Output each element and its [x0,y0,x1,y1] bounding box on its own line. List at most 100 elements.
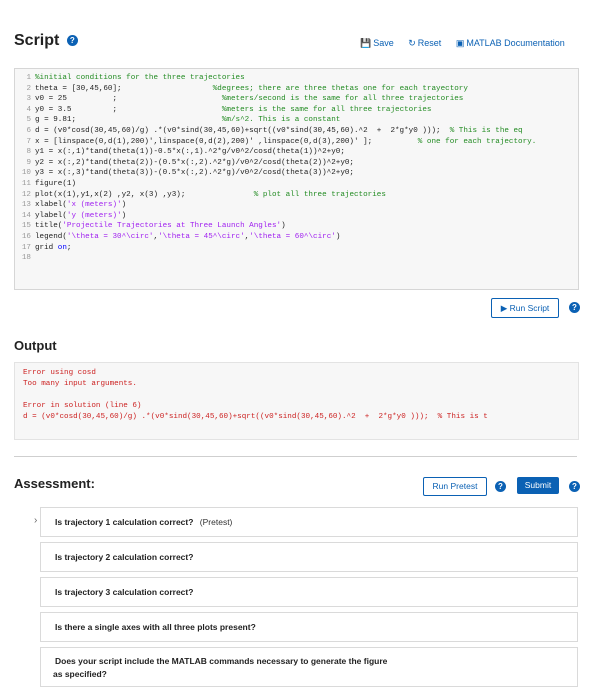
reset-link[interactable]: ↻ Reset [408,38,444,48]
code-text: theta = [30,45,60]; %degrees; there are … [35,84,468,95]
help-icon[interactable]: ? [66,35,78,47]
line-number: 3 [26,95,31,104]
code-line[interactable]: 15 title('Projectile Trajectories at Thre… [15,221,578,232]
script-title: Script ? [14,32,78,50]
code-token: %initial conditions for the three trajec… [35,74,245,82]
code-line[interactable]: 4 y0 = 3.5 ; %meters is the same for all … [15,105,578,116]
code-line[interactable]: 18 [15,253,578,264]
submit-button[interactable]: Submit [517,477,559,494]
line-number: 9 [26,158,31,167]
save-icon: 💾 [360,38,372,48]
code-line[interactable]: 16 legend('\theta = 30^\circ','\theta = 4… [15,232,578,243]
question-item[interactable]: Is trajectory 1 calculation correct? (Pr… [40,507,578,537]
question-text: Is trajectory 2 calculation correct? [55,552,194,562]
code-token: % plot all three trajectories [253,190,386,199]
question-text: Is trajectory 3 calculation correct? [55,587,194,597]
documentation-link[interactable]: ▣ MATLAB Documentation [456,38,565,48]
code-token: theta = [30,45,60]; [35,84,213,93]
code-line[interactable]: 17 grid on; [15,243,578,254]
code-text: title('Projectile Trajectories at Three … [35,221,286,232]
question-text-continued: as specified? [53,669,107,679]
section-divider [14,456,577,457]
run-script-button[interactable]: ▶ Run Script [491,298,559,318]
question-item[interactable]: Does your script include the MATLAB comm… [40,647,578,687]
code-line[interactable]: 5 g = 9.81; %m/s^2. This is a constant [15,115,578,126]
question-text: Is there a single axes with all three pl… [55,622,256,632]
code-text: %initial conditions for the three trajec… [35,73,245,84]
code-token: %meters/second is the same for all three… [221,95,464,104]
code-token: 'y (meters)' [66,211,122,220]
code-token: ) [335,232,341,241]
code-area[interactable]: 1 %initial conditions for the three traje… [15,69,578,264]
reset-icon: ↻ [408,38,416,48]
code-token: v0 = 25 ; [35,95,222,104]
code-token: x = [linspace(0,d(1),200)',linspace(0,d(… [35,137,418,146]
script-title-label: Script [14,32,60,49]
assessment-title: Assessment: [14,476,95,491]
run-pretest-button[interactable]: Run Pretest [423,477,487,496]
line-number: 18 [21,254,31,263]
pretest-help-icon[interactable]: ? [495,481,506,492]
code-text: grid on; [35,243,71,254]
line-number: 7 [26,137,31,146]
code-text: ylabel('y (meters)') [35,211,126,222]
output-panel: Error using cosd Too many input argument… [14,362,579,440]
reset-label: Reset [417,38,442,48]
question-item[interactable]: Is trajectory 3 calculation correct? [40,577,578,607]
code-line[interactable]: 14 ylabel('y (meters)') [15,211,578,222]
code-line[interactable]: 10 y3 = x(:,3)*tand(theta(3))-(0.5*x(:,2)… [15,168,578,179]
save-link[interactable]: 💾 Save [360,38,396,48]
code-token: %m/s^2. This is a constant [221,116,341,125]
code-line[interactable]: 12 plot(x(1),y1,x(2) ,y2, x(3) ,y3); % pl… [15,190,578,201]
output-line: d = (v0*cosd(30,45,60)/g) .*(v0*sind(30,… [23,413,488,421]
code-token: legend( [35,232,67,241]
question-text: Does your script include the MATLAB comm… [55,656,388,666]
line-number: 4 [26,105,31,114]
code-editor[interactable]: 1 %initial conditions for the three traje… [14,68,579,290]
line-number: 10 [21,169,31,178]
code-token: y2 = x(:,2)*tand(theta(2))-(0.5*x(:,2).^… [35,158,354,167]
chevron-right-icon[interactable]: › [34,515,37,526]
submit-help-icon[interactable]: ? [569,481,580,492]
code-token: ylabel( [35,211,67,220]
line-number: 12 [21,190,31,199]
code-token: ; [66,243,72,252]
code-line[interactable]: 13 xlabel('x (meters)') [15,200,578,211]
code-token: d = (v0*cosd(30,45,60)/g) .*(v0*sind(30,… [35,126,450,135]
code-token: ) [121,211,127,220]
code-token: on [57,243,67,252]
code-text: g = 9.81; %m/s^2. This is a constant [35,115,340,126]
code-line[interactable]: 6 d = (v0*cosd(30,45,60)/g) .*(v0*sind(30… [15,126,578,137]
line-number: 14 [21,211,31,220]
code-line[interactable]: 11 figure(1) [15,179,578,190]
code-token: title( [35,222,63,231]
line-number: 6 [26,126,31,135]
code-line[interactable]: 3 v0 = 25 ; %meters/second is the same fo… [15,94,578,105]
question-item[interactable]: Is trajectory 2 calculation correct? [40,542,578,572]
code-text: d = (v0*cosd(30,45,60)/g) .*(v0*sind(30,… [35,126,523,137]
line-number: 8 [26,148,31,157]
line-number: 15 [21,222,31,231]
code-token: % This is the eq [449,126,523,135]
code-line[interactable]: 2 theta = [30,45,60]; %degrees; there are… [15,84,578,95]
question-item[interactable]: Is there a single axes with all three pl… [40,612,578,642]
code-line[interactable]: 1 %initial conditions for the three traje… [15,73,578,84]
code-token: % one for each trajectory. [417,137,537,146]
save-label: Save [373,38,394,48]
code-token: '\theta = 45^\circ' [158,232,245,241]
code-text: v0 = 25 ; %meters/second is the same for… [35,94,463,105]
output-line: Error using cosd [23,369,96,377]
question-text: Is trajectory 1 calculation correct? [55,517,194,527]
code-line[interactable]: 9 y2 = x(:,2)*tand(theta(2))-(0.5*x(:,2).… [15,158,578,169]
code-line[interactable]: 7 x = [linspace(0,d(1),200)',linspace(0,d… [15,137,578,148]
code-token: xlabel( [35,201,67,210]
code-line[interactable]: 8 y1 = x(:,1)*tand(theta(1))-0.5*x(:,1).^… [15,147,578,158]
code-text: y3 = x(:,3)*tand(theta(3))-(0.5*x(:,2).^… [35,168,354,179]
code-token: 'Projectile Trajectories at Three Launch… [62,222,282,231]
code-token: y3 = x(:,3)*tand(theta(3))-(0.5*x(:,2).^… [35,169,354,178]
code-token: figure(1) [35,179,77,188]
code-token: y1 = x(:,1)*tand(theta(1))-0.5*x(:,1).^2… [35,148,345,157]
code-token: y0 = 3.5 ; [35,105,222,114]
code-text: plot(x(1),y1,x(2) ,y2, x(3) ,y3); % plot… [35,190,386,201]
run-help-icon[interactable]: ? [569,302,580,313]
